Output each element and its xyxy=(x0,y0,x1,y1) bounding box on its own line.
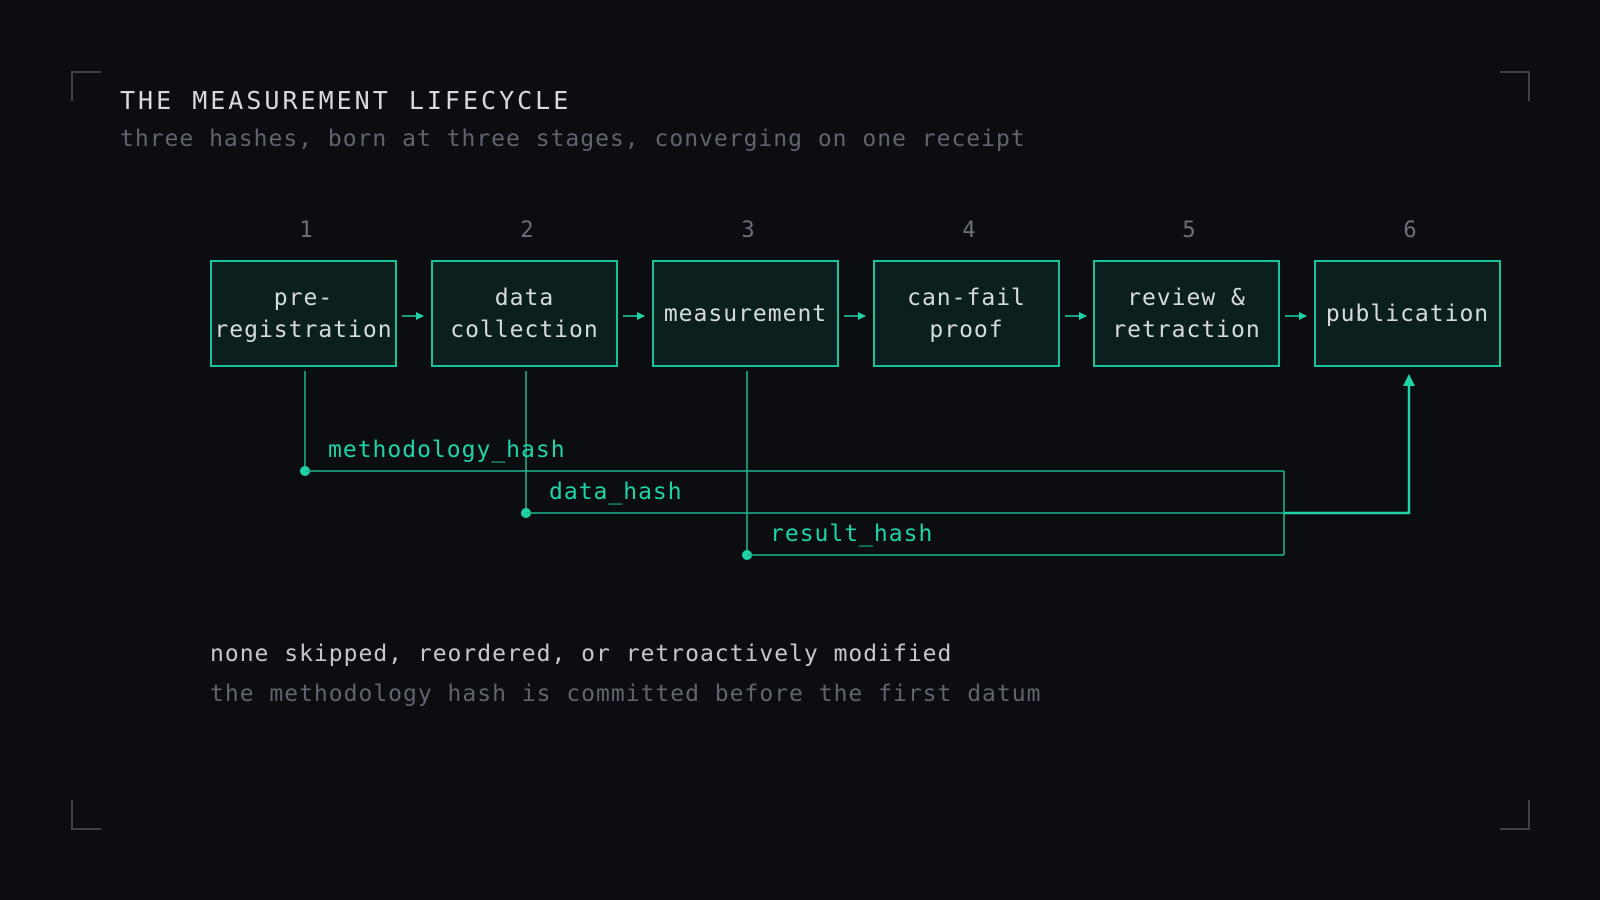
stage-number-1: 1 xyxy=(299,218,313,243)
stage-box-pre-registration: pre- registration xyxy=(210,260,397,367)
stage-box-measurement: measurement xyxy=(652,260,839,367)
footer-note: none skipped, reordered, or retroactivel… xyxy=(210,641,953,667)
stage-box-publication: publication xyxy=(1314,260,1501,367)
frame-corner-bottom-left xyxy=(71,800,101,830)
stage-number-3: 3 xyxy=(741,218,755,243)
frame-corner-bottom-right xyxy=(1500,800,1530,830)
result-hash-origin-dot xyxy=(742,550,752,560)
stage-number-2: 2 xyxy=(520,218,534,243)
diagram-subtitle: three hashes, born at three stages, conv… xyxy=(120,126,1026,152)
stage-box-can-fail-proof: can-fail proof xyxy=(873,260,1060,367)
result-hash-label: result_hash xyxy=(770,521,934,547)
data-hash-origin-dot xyxy=(521,508,531,518)
methodology-hash-origin-dot xyxy=(300,466,310,476)
stage-number-5: 5 xyxy=(1182,218,1196,243)
data-hash-label: data_hash xyxy=(549,479,683,505)
receipt-path-to-publication xyxy=(1284,374,1415,515)
stage-box-review-retraction: review & retraction xyxy=(1093,260,1280,367)
stage-number-6: 6 xyxy=(1403,218,1417,243)
stage-box-data-collection: data collection xyxy=(431,260,618,367)
stage-number-4: 4 xyxy=(962,218,976,243)
footer-subnote: the methodology hash is committed before… xyxy=(210,681,1042,707)
methodology-hash-label: methodology_hash xyxy=(328,437,566,463)
frame-corner-top-right xyxy=(1500,71,1530,101)
frame-corner-top-left xyxy=(71,71,101,101)
diagram-title: THE MEASUREMENT LIFECYCLE xyxy=(120,86,572,115)
